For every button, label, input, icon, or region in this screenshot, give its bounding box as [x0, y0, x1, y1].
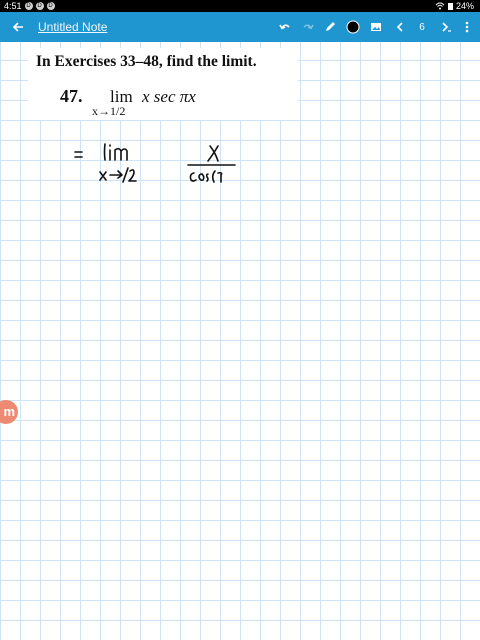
note-title[interactable]: Untitled Note: [38, 12, 107, 42]
page-number: 6: [419, 21, 425, 33]
numerator-x-stroke: [207, 145, 219, 162]
exercise-instructions: In Exercises 33–48, find the limit.: [36, 53, 257, 70]
limit-expression: x sec πx: [142, 87, 196, 106]
status-right: 24%: [435, 0, 474, 12]
prev-page-icon[interactable]: [390, 12, 410, 42]
image-icon[interactable]: [366, 12, 386, 42]
status-left: 4:51 D D D: [4, 0, 55, 12]
next-page-icon[interactable]: [436, 12, 456, 42]
status-bar: 4:51 D D D 24%: [0, 0, 480, 12]
color-dot-icon[interactable]: [343, 12, 363, 42]
note-canvas[interactable]: [0, 42, 480, 640]
wifi-icon: [435, 2, 445, 10]
exercise-number: 47.: [60, 86, 83, 106]
app-toolbar: Untitled Note 6: [0, 12, 480, 42]
more-icon[interactable]: [458, 12, 476, 42]
notification-icon: D: [35, 2, 44, 10]
pen-icon[interactable]: [320, 12, 340, 42]
undo-icon[interactable]: [275, 12, 295, 42]
limit-subscript: x→1/2: [92, 104, 126, 118]
signal-icon: [447, 3, 453, 10]
notification-icon: D: [46, 2, 55, 10]
subscript-stroke: [99, 167, 137, 183]
equals-stroke: [74, 151, 83, 158]
notification-icon: D: [24, 2, 33, 10]
lim-stroke: [103, 143, 128, 161]
handwriting-strokes[interactable]: [60, 138, 250, 188]
battery-percent: 24%: [455, 1, 474, 11]
denominator-stroke: [189, 170, 223, 183]
redo-icon[interactable]: [298, 12, 318, 42]
status-time: 4:51: [4, 1, 22, 11]
back-arrow-icon[interactable]: [8, 12, 28, 42]
